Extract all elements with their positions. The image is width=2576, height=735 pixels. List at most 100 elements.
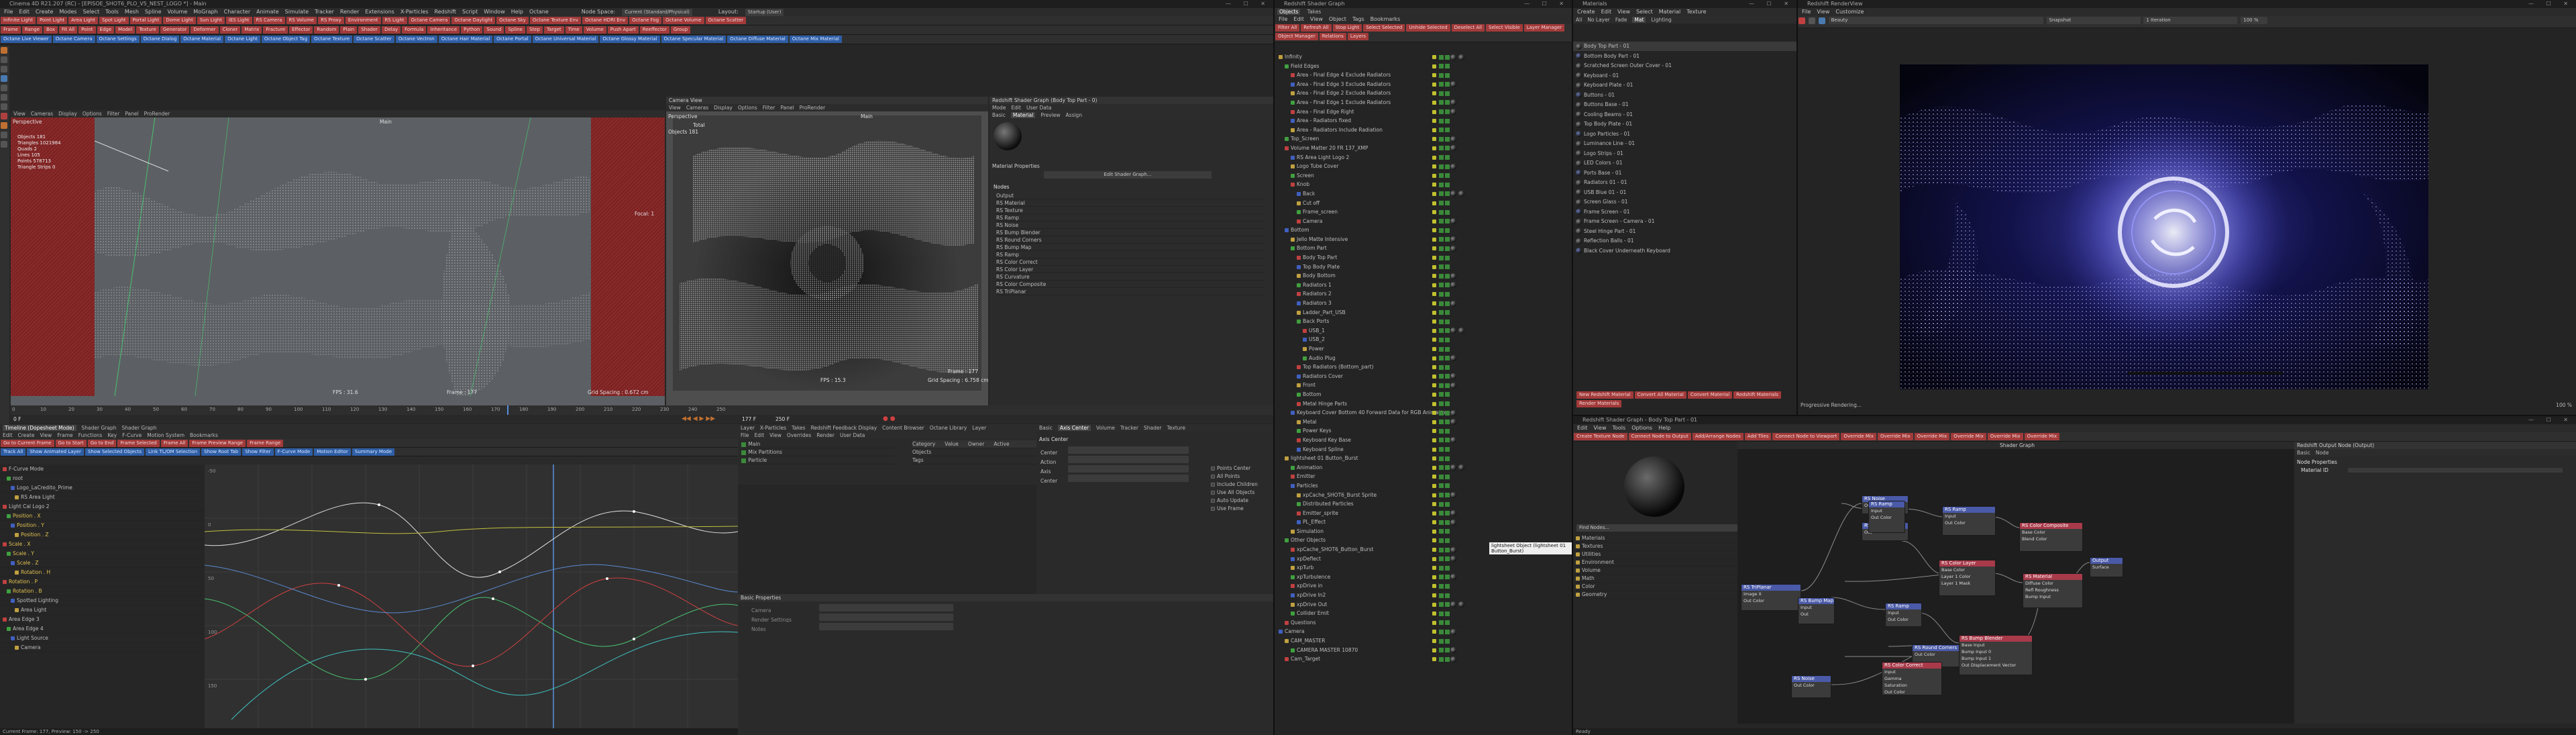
object-row[interactable]: Cam_Target [1275,654,1572,664]
viewport-menu-item[interactable]: ProRender [144,111,170,117]
material-tag-icon[interactable] [1458,54,1464,60]
toolbar-button[interactable]: Point [78,26,96,34]
toolbar-button[interactable]: Area Light [68,17,98,24]
dopesheet-menu-item[interactable]: Frame [57,432,72,438]
toolbar-button[interactable]: Fracture [263,26,288,34]
attribute-checkbox[interactable]: Auto Update [1211,497,1273,505]
dopesheet-menu-item[interactable]: F-Curve [122,432,142,438]
toolbar-button[interactable]: Cloner [219,26,241,34]
object-row[interactable]: Metal [1275,418,1572,427]
node-list-item[interactable]: RS Color Composite [996,281,1265,288]
om-mode-button[interactable]: Select Visible [1486,24,1523,32]
render-check[interactable] [1445,301,1450,306]
take-row[interactable]: Mix Partitions [741,448,895,456]
toolbar-button[interactable]: RS Camera [253,17,285,24]
iteration-select[interactable]: 1 Iteration [2143,17,2238,24]
render-check[interactable] [1445,82,1450,87]
render-check[interactable] [1445,246,1450,251]
visibility-check[interactable] [1439,602,1444,607]
object-row[interactable]: Top Body Plate [1275,262,1572,272]
track-row[interactable]: Rotation . P [0,577,205,587]
camera-view-menu-item[interactable]: Cameras [686,105,708,111]
dopesheet-button[interactable]: Show Selected Objects [85,448,145,456]
node-category[interactable]: Color [1576,583,1737,591]
visibility-check[interactable] [1439,356,1444,361]
track-row[interactable]: Scale . Z [0,558,205,568]
object-row[interactable]: PL_Effect [1275,518,1572,527]
visibility-check[interactable] [1439,219,1444,224]
visibility-check[interactable] [1439,72,1444,78]
material-row[interactable]: Bottom Body Part - 01 [1573,52,1796,61]
toolbar-button[interactable]: Octane Texture Env [529,17,582,24]
object-row[interactable]: Volume Matter 20 FR 137_XMP [1275,144,1572,153]
object-row[interactable]: Back [1275,189,1572,199]
visibility-check[interactable] [1439,392,1444,397]
fcurve-graph[interactable] [205,464,738,728]
shader-node-port[interactable]: Surface [2090,564,2123,571]
toolbar-button[interactable]: Point Light [37,17,68,24]
visibility-check[interactable] [1439,91,1444,96]
shader-graph-menu-item[interactable]: Tools [1612,425,1625,431]
materials-menu-item[interactable]: Create [1577,9,1595,15]
material-action-button[interactable]: Convert Material [1687,391,1733,399]
shader-node-port[interactable]: Bump Input [2023,593,2082,600]
basic-field-input[interactable] [819,623,953,630]
menu-item[interactable]: Mesh [125,9,139,15]
material-tag-icon[interactable] [1450,136,1456,142]
visibility-check[interactable] [1439,465,1444,471]
shader-node-port[interactable]: Layer 1 Mask [1939,580,1995,587]
node-category[interactable]: Volume [1576,567,1737,575]
toolbar-button[interactable]: Random [314,26,339,34]
render-check[interactable] [1445,283,1450,288]
dopesheet-tab[interactable]: Shader Graph [82,425,117,431]
toolbar-button[interactable]: Time [565,26,582,34]
material-row[interactable]: Radiators 01 - 01 [1573,178,1796,188]
node-props-tab[interactable]: Basic [2297,450,2310,456]
dopesheet-button[interactable]: Motion Editor [314,448,351,456]
track-row[interactable]: Area Edge 4 [0,624,205,634]
render-check[interactable] [1445,611,1450,616]
layer-menu-item[interactable]: Edit [755,432,765,438]
render-check[interactable] [1445,620,1450,626]
shader-graph-menu-item[interactable]: Help [1658,425,1670,431]
object-row[interactable]: lightsheet 01 Button_Burst [1275,454,1572,463]
visibility-check[interactable] [1439,474,1444,479]
attribute-input[interactable] [1068,465,1189,473]
renderview-menu-item[interactable]: File [1802,9,1811,15]
viewport-perspective[interactable]: View Cameras Display Options Filter Panel ProR… [11,110,665,405]
dopesheet-button[interactable]: F-Curve Mode [274,448,313,456]
layer-menu-item[interactable]: User Data [840,432,865,438]
toolbar-button[interactable]: Push Apart [607,26,639,34]
material-row[interactable]: Keyboard - 01 [1573,71,1796,81]
object-row[interactable]: Bottom [1275,390,1572,399]
object-row[interactable]: Back Ports [1275,317,1572,326]
node-category[interactable]: Materials [1576,534,1737,542]
shader-node[interactable]: RS Bump Blender Base Input Bump Input 0 Bum… [1959,635,2033,675]
material-tag-icon[interactable] [1450,419,1456,426]
object-row[interactable]: Bottom [1275,226,1572,235]
object-row[interactable]: Radiators 2 [1275,289,1572,299]
dopesheet-menu-item[interactable]: Functions [78,432,103,438]
material-tag-icon[interactable] [1450,54,1456,60]
object-row[interactable]: xpDrive In2 [1275,591,1572,600]
object-row[interactable]: Camera [1275,627,1572,636]
render-check[interactable] [1445,401,1450,407]
material-tag-icon[interactable] [1450,236,1456,243]
visibility-check[interactable] [1439,456,1444,461]
edge-mode-icon[interactable] [1,94,7,101]
toolbar-button[interactable]: Octane Scatter [354,36,394,43]
shader-node-port[interactable]: Out Color [1943,520,1995,526]
object-row[interactable]: Area - Radiators fixed [1275,116,1572,126]
shader-graph-menu-item[interactable]: View [1594,425,1607,431]
render-check[interactable] [1445,501,1450,507]
take-check[interactable] [741,458,746,463]
object-row[interactable]: Keyboard Spline [1275,445,1572,454]
dopesheet-button[interactable]: Frame Preview Range [189,440,246,447]
material-tag-icon[interactable] [1458,328,1464,334]
om-mode-button[interactable]: Object Manager [1275,33,1318,40]
toolbar-button[interactable]: Volume [583,26,606,34]
materials-menu-item[interactable]: Texture [1686,9,1706,15]
material-row[interactable]: Frame Screen - 01 [1573,207,1796,217]
visibility-check[interactable] [1439,374,1444,379]
material-row[interactable]: Screen Glass - 01 [1573,197,1796,207]
